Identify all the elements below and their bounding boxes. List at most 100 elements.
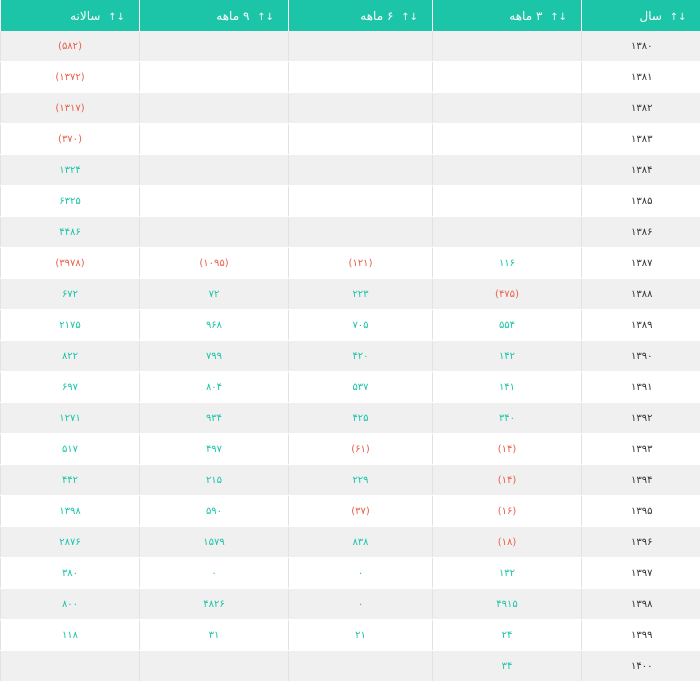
- cell-3month: (۱۸): [433, 527, 582, 558]
- cell-6month: (۳۷): [289, 496, 433, 527]
- cell-year: ۱۳۹۰: [582, 341, 700, 372]
- cell-annual: ۸۰۰: [1, 589, 140, 620]
- cell-year: ۱۳۹۷: [582, 558, 700, 589]
- cell-annual: ۵۱۷: [1, 434, 140, 465]
- cell-annual: ۱۳۹۸: [1, 496, 140, 527]
- cell-annual: (۱۳۱۷): [1, 93, 140, 124]
- table-row: ۱۳۹۸۴۹۱۵۰۴۸۲۶۸۰۰: [1, 589, 700, 620]
- cell-3month: (۴۷۵): [433, 279, 582, 310]
- table-row: ۱۳۹۲۳۴۰۴۲۵۹۳۴۱۲۷۱: [1, 403, 700, 434]
- cell-annual: ۶۹۷: [1, 372, 140, 403]
- table-row: ۱۳۸۸(۴۷۵)۲۲۳۷۲۶۷۲: [1, 279, 700, 310]
- cell-annual: ۱۱۸: [1, 620, 140, 651]
- cell-annual: ۶۷۲: [1, 279, 140, 310]
- table-row: ۱۳۸۴۱۳۲۴: [1, 155, 700, 186]
- cell-9month: ۳۱: [140, 620, 289, 651]
- cell-6month: [289, 124, 433, 155]
- table-body: ۱۳۸۰(۵۸۲)۱۳۸۱(۱۳۷۲)۱۳۸۲(۱۳۱۷)۱۳۸۳(۳۷۰)۱۳…: [1, 31, 700, 682]
- cell-9month: [140, 155, 289, 186]
- cell-9month: [140, 651, 289, 682]
- table-row: ۱۳۸۲ (۱۳۱۷): [1, 93, 700, 124]
- cell-3month: ۱۳۲: [433, 558, 582, 589]
- cell-9month: ۴۸۲۶: [140, 589, 289, 620]
- cell-6month: (۶۱): [289, 434, 433, 465]
- cell-9month: [140, 31, 289, 62]
- cell-3month: [433, 62, 582, 93]
- table-row: ۱۳۸۱ (۱۳۷۲): [1, 62, 700, 93]
- cell-annual: ۸۲۲: [1, 341, 140, 372]
- cell-3month: ۳۴: [433, 651, 582, 682]
- table-row: ۱۳۹۷۱۳۲۰۰۳۸۰: [1, 558, 700, 589]
- table-row: ۱۳۸۰ (۵۸۲): [1, 31, 700, 62]
- cell-6month: [289, 31, 433, 62]
- cell-9month: [140, 124, 289, 155]
- cell-9month: ۴۹۷: [140, 434, 289, 465]
- cell-9month: ۲۱۵: [140, 465, 289, 496]
- column-header-3month[interactable]: ↓↑ ۳ ماهه: [433, 0, 582, 31]
- cell-3month: [433, 31, 582, 62]
- cell-year: ۱۳۸۷: [582, 248, 700, 279]
- cell-year: ۱۳۹۳: [582, 434, 700, 465]
- sort-icon: ↓↑: [401, 12, 418, 23]
- cell-year: ۱۳۹۱: [582, 372, 700, 403]
- table-row: ۱۳۸۶ ۴۴۸۶: [1, 217, 700, 248]
- column-header-label: ۹ ماهه: [216, 9, 249, 23]
- cell-3month: ۱۴۲: [433, 341, 582, 372]
- table-row: ۱۳۹۱۱۴۱۵۳۷۸۰۴۶۹۷: [1, 372, 700, 403]
- table-row: ۱۳۸۵۶۳۲۵: [1, 186, 700, 217]
- cell-6month: ۰: [289, 589, 433, 620]
- cell-annual: ۴۴۲: [1, 465, 140, 496]
- cell-9month: ۹۳۴: [140, 403, 289, 434]
- cell-annual: ۲۸۷۶: [1, 527, 140, 558]
- cell-3month: (۱۴): [433, 465, 582, 496]
- cell-annual: ۳۸۰: [1, 558, 140, 589]
- cell-9month: ۰: [140, 558, 289, 589]
- cell-9month: [140, 93, 289, 124]
- column-header-9month[interactable]: ↓↑ ۹ ماهه: [140, 0, 289, 31]
- cell-annual: (۳۹۷۸): [1, 248, 140, 279]
- cell-annual: ۴۴۸۶: [1, 217, 140, 248]
- cell-year: ۱۳۸۳: [582, 124, 700, 155]
- cell-annual: ۶۳۲۵: [1, 186, 140, 217]
- cell-3month: (۱۶): [433, 496, 582, 527]
- column-header-label: سال: [639, 9, 661, 23]
- cell-3month: [433, 93, 582, 124]
- table-row: ۱۳۹۹۲۴۲۱۳۱۱۱۸: [1, 620, 700, 651]
- cell-year: ۱۳۸۱: [582, 62, 700, 93]
- cell-9month: [140, 186, 289, 217]
- cell-year: ۱۳۹۹: [582, 620, 700, 651]
- cell-year: ۱۳۸۰: [582, 31, 700, 62]
- cell-annual: (۱۳۷۲): [1, 62, 140, 93]
- cell-year: ۱۳۸۶: [582, 217, 700, 248]
- table-row: ۱۳۸۷۱۱۶(۱۲۱)(۱۰۹۵)(۳۹۷۸): [1, 248, 700, 279]
- column-header-year[interactable]: ↓↑ سال: [582, 0, 700, 31]
- sort-icon: ↓↑: [550, 12, 567, 23]
- table-header: ↓↑ سال ↓↑ ۳ ماهه ↓↑ ۶ ماهه ↓↑ ۹ ماهه ↓↑ …: [1, 0, 700, 31]
- cell-9month: ۷۹۹: [140, 341, 289, 372]
- column-header-annual[interactable]: ↓↑ سالانه: [1, 0, 140, 31]
- column-header-6month[interactable]: ↓↑ ۶ ماهه: [289, 0, 433, 31]
- cell-annual: (۵۸۲): [1, 31, 140, 62]
- table-row: ۱۳۹۵(۱۶)(۳۷)۵۹۰۱۳۹۸: [1, 496, 700, 527]
- cell-9month: ۹۶۸: [140, 310, 289, 341]
- cell-year: ۱۳۹۸: [582, 589, 700, 620]
- table-row: ۱۳۹۰۱۴۲۴۲۰۷۹۹۸۲۲: [1, 341, 700, 372]
- cell-6month: [289, 155, 433, 186]
- cell-6month: [289, 186, 433, 217]
- cell-3month: [433, 124, 582, 155]
- cell-6month: ۰: [289, 558, 433, 589]
- cell-year: ۱۳۹۵: [582, 496, 700, 527]
- cell-9month: ۱۵۷۹: [140, 527, 289, 558]
- cell-year: ۱۳۸۲: [582, 93, 700, 124]
- cell-6month: ۵۳۷: [289, 372, 433, 403]
- cell-3month: ۱۱۶: [433, 248, 582, 279]
- cell-year: ۱۳۹۲: [582, 403, 700, 434]
- table-row: ۱۳۹۶(۱۸)۸۳۸۱۵۷۹۲۸۷۶: [1, 527, 700, 558]
- cell-6month: ۴۲۰: [289, 341, 433, 372]
- cell-6month: ۲۱: [289, 620, 433, 651]
- cell-annual: ۲۱۷۵: [1, 310, 140, 341]
- cell-3month: ۱۴۱: [433, 372, 582, 403]
- cell-9month: [140, 62, 289, 93]
- cell-3month: [433, 217, 582, 248]
- cell-9month: [140, 217, 289, 248]
